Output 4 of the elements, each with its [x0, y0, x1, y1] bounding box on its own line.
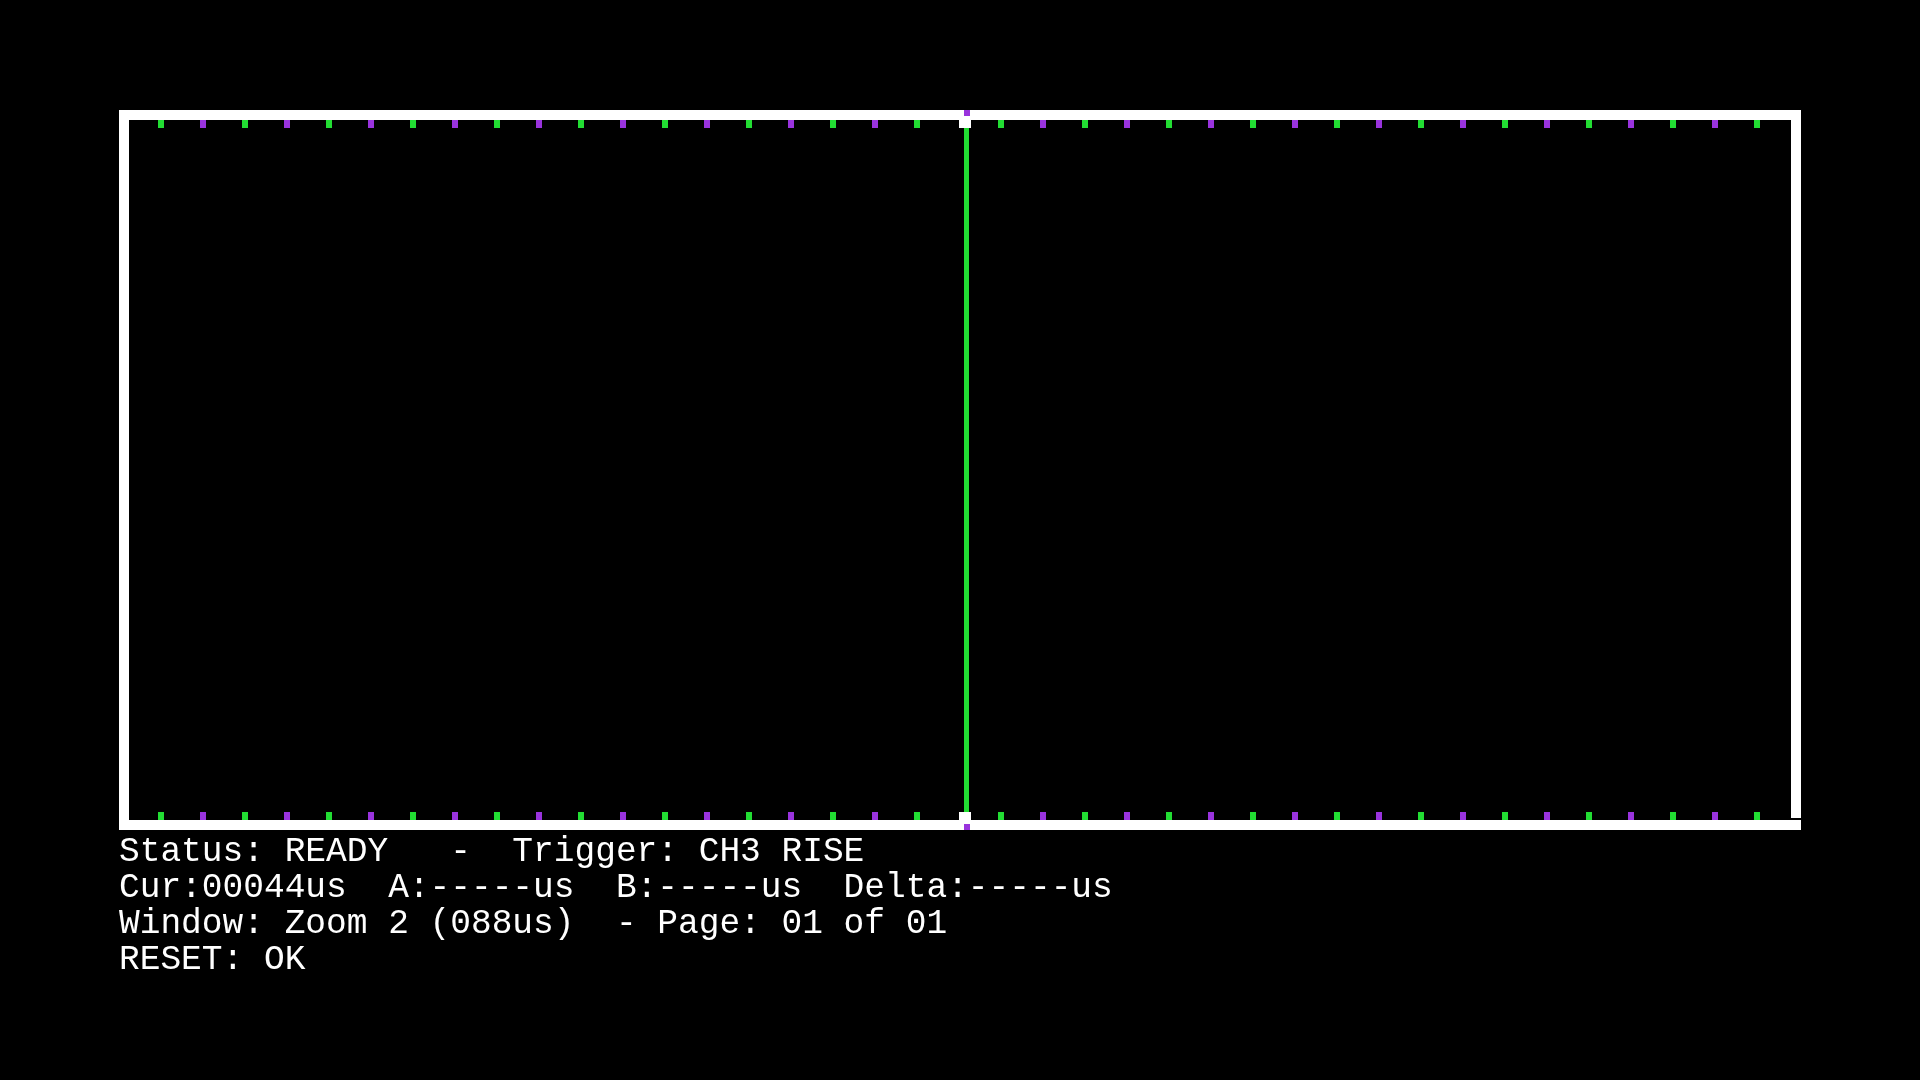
status-line: Window: Zoom 2 (088us) - Page: 01 of 01	[119, 906, 948, 942]
status-line: RESET: OK	[119, 942, 306, 978]
status-line: Status: READY - Trigger: CH3 RISE	[119, 834, 865, 870]
status-line: Cur:00044us A:-----us B:-----us Delta:-----us	[119, 870, 1113, 906]
